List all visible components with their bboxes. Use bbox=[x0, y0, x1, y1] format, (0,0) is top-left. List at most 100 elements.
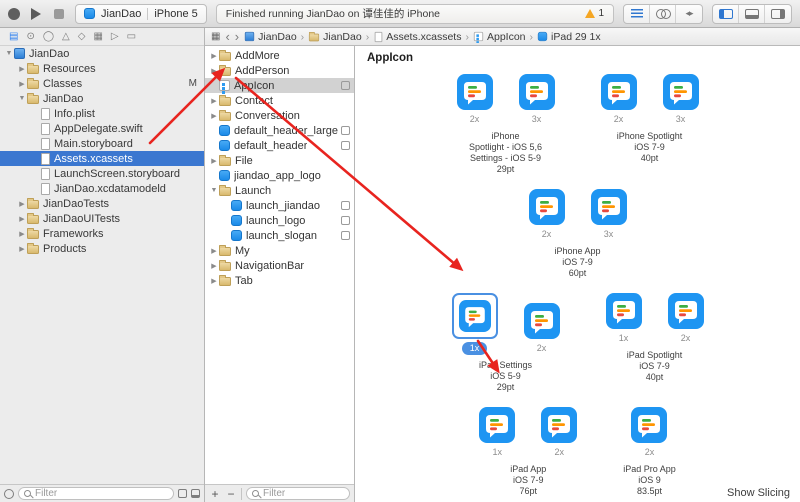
breadcrumb-jiandao[interactable]: JianDao bbox=[308, 31, 362, 43]
issue-navigator-tab[interactable]: △ bbox=[62, 31, 70, 42]
navigator-item-jiandao[interactable]: ▼ JianDao bbox=[0, 46, 204, 61]
recent-files-icon[interactable] bbox=[4, 488, 14, 499]
disclosure-icon[interactable]: ▶ bbox=[17, 230, 27, 238]
asset-item-launch-jiandao[interactable]: launch_jiandao bbox=[205, 198, 354, 213]
navigator-item-resources[interactable]: ▶ Resources bbox=[0, 61, 204, 76]
disclosure-icon[interactable]: ▼ bbox=[4, 50, 14, 57]
back-button[interactable]: ‹ bbox=[225, 30, 229, 43]
asset-item-addperson[interactable]: ▶ AddPerson bbox=[205, 63, 354, 78]
disclosure-icon[interactable]: ▶ bbox=[17, 80, 27, 88]
scheme-selector[interactable]: JianDao iPhone 5 bbox=[75, 3, 207, 24]
icon-slot-3x[interactable]: 3x bbox=[590, 189, 627, 241]
asset-item-launch[interactable]: ▼ Launch bbox=[205, 183, 354, 198]
breakpoint-navigator-tab[interactable]: ▷ bbox=[111, 31, 119, 42]
icon-slot-3x[interactable]: 3x bbox=[662, 74, 699, 126]
disclosure-icon[interactable]: ▶ bbox=[17, 200, 27, 208]
asset-item-default-header[interactable]: default_header bbox=[205, 138, 354, 153]
unsaved-filter-icon[interactable] bbox=[191, 489, 200, 498]
icon-slot-1x[interactable]: 1x bbox=[605, 293, 642, 345]
debug-navigator-tab[interactable]: ▦ bbox=[93, 31, 102, 42]
navigator-item-info-plist[interactable]: Info.plist bbox=[0, 106, 204, 121]
asset-item-default-header-large[interactable]: default_header_large bbox=[205, 123, 354, 138]
warning-badge[interactable]: 1 bbox=[585, 8, 604, 19]
icon-slot-2x[interactable]: 2x bbox=[528, 189, 565, 241]
project-navigator-tab[interactable]: ▤ bbox=[9, 31, 18, 42]
disclosure-icon[interactable]: ▶ bbox=[209, 277, 219, 285]
navigator-item-products[interactable]: ▶ Products bbox=[0, 241, 204, 256]
navigator-item-assets-xcassets[interactable]: Assets.xcassets bbox=[0, 151, 204, 166]
navigator-item-jiandao-xcdatamodeld[interactable]: JianDao.xcdatamodeld bbox=[0, 181, 204, 196]
source-control-filter-icon[interactable] bbox=[178, 489, 187, 498]
icon-slot-1x[interactable]: 1x bbox=[451, 293, 498, 355]
toggle-utilities-button[interactable] bbox=[765, 5, 791, 23]
adjustments-icon[interactable] bbox=[341, 141, 350, 150]
icon-slot-3x[interactable]: 3x bbox=[518, 74, 555, 126]
asset-item-jiandao-app-logo[interactable]: jiandao_app_logo bbox=[205, 168, 354, 183]
icon-slot-2x[interactable]: 2x bbox=[541, 407, 578, 459]
disclosure-icon[interactable]: ▶ bbox=[17, 215, 27, 223]
forward-button[interactable]: › bbox=[235, 30, 239, 43]
breadcrumb-appicon[interactable]: AppIcon bbox=[473, 31, 526, 43]
icon-slot-2x[interactable]: 2x bbox=[667, 293, 704, 345]
disclosure-icon[interactable]: ▶ bbox=[17, 65, 27, 73]
asset-item-conversation[interactable]: ▶ Conversation bbox=[205, 108, 354, 123]
find-navigator-tab[interactable]: ◯ bbox=[43, 31, 54, 42]
disclosure-icon[interactable]: ▶ bbox=[209, 67, 219, 75]
asset-item-file[interactable]: ▶ File bbox=[205, 153, 354, 168]
related-items-icon[interactable]: ▦ bbox=[211, 31, 220, 42]
add-asset-button[interactable]: + bbox=[209, 487, 221, 501]
asset-filter-field[interactable]: Filter bbox=[246, 487, 350, 500]
navigator-item-frameworks[interactable]: ▶ Frameworks bbox=[0, 226, 204, 241]
disclosure-icon[interactable]: ▶ bbox=[17, 245, 27, 253]
test-navigator-tab[interactable]: ◇ bbox=[78, 31, 86, 42]
disclosure-icon[interactable]: ▶ bbox=[209, 157, 219, 165]
icon-slot-2x[interactable]: 2x bbox=[523, 303, 560, 355]
breadcrumb-assets-xcassets[interactable]: Assets.xcassets bbox=[373, 31, 461, 43]
icon-slot-2x[interactable]: 2x bbox=[631, 407, 668, 459]
breadcrumb-jiandao[interactable]: JianDao bbox=[244, 31, 297, 43]
asset-item-addmore[interactable]: ▶ AddMore bbox=[205, 48, 354, 63]
icon-slot-1x[interactable]: 1x bbox=[479, 407, 516, 459]
disclosure-icon[interactable]: ▶ bbox=[209, 112, 219, 120]
navigator-item-appdelegate-swift[interactable]: AppDelegate.swift bbox=[0, 121, 204, 136]
icon-slot-2x[interactable]: 2x bbox=[600, 74, 637, 126]
standard-editor-button[interactable] bbox=[624, 4, 650, 23]
adjustments-icon[interactable] bbox=[341, 231, 350, 240]
assistant-editor-button[interactable] bbox=[650, 4, 676, 23]
asset-item-appicon[interactable]: AppIcon bbox=[205, 78, 354, 98]
navigator-filter-field[interactable]: Filter bbox=[18, 487, 174, 500]
disclosure-icon[interactable]: ▶ bbox=[209, 262, 219, 270]
breadcrumb-ipad-29-1x[interactable]: iPad 29 1x bbox=[537, 31, 601, 43]
run-button[interactable] bbox=[29, 6, 43, 22]
asset-item-navigationbar[interactable]: ▶ NavigationBar bbox=[205, 258, 354, 273]
asset-item-contact[interactable]: ▶ Contact bbox=[205, 93, 354, 108]
disclosure-icon[interactable]: ▶ bbox=[209, 247, 219, 255]
icon-slot-2x[interactable]: 2x bbox=[456, 74, 493, 126]
navigator-item-jiandaotests[interactable]: ▶ JianDaoTests bbox=[0, 196, 204, 211]
remove-asset-button[interactable]: − bbox=[225, 487, 237, 501]
navigator-item-launchscreen-storyboard[interactable]: LaunchScreen.storyboard bbox=[0, 166, 204, 181]
version-editor-button[interactable]: ◂▸ bbox=[676, 5, 702, 23]
adjustments-icon[interactable] bbox=[341, 126, 350, 135]
show-slicing-button[interactable]: Show Slicing bbox=[727, 487, 790, 499]
navigator-item-main-storyboard[interactable]: Main.storyboard bbox=[0, 136, 204, 151]
navigator-item-classes[interactable]: ▶ Classes M bbox=[0, 76, 204, 91]
adjustments-icon[interactable] bbox=[341, 201, 350, 210]
disclosure-icon[interactable]: ▼ bbox=[17, 95, 27, 102]
navigator-item-jiandaouitests[interactable]: ▶ JianDaoUITests bbox=[0, 211, 204, 226]
toggle-navigator-button[interactable] bbox=[713, 4, 739, 23]
asset-item-launch-slogan[interactable]: launch_slogan bbox=[205, 228, 354, 243]
stop-button[interactable] bbox=[52, 7, 66, 21]
adjustments-icon[interactable] bbox=[341, 216, 350, 225]
asset-item-tab[interactable]: ▶ Tab bbox=[205, 273, 354, 288]
report-navigator-tab[interactable]: ▭ bbox=[127, 31, 136, 42]
asset-item-launch-logo[interactable]: launch_logo bbox=[205, 213, 354, 228]
navigator-item-jiandao[interactable]: ▼ JianDao bbox=[0, 91, 204, 106]
adjustments-icon[interactable] bbox=[341, 81, 350, 90]
disclosure-icon[interactable]: ▶ bbox=[209, 97, 219, 105]
disclosure-icon[interactable]: ▶ bbox=[209, 52, 219, 60]
disclosure-icon[interactable]: ▼ bbox=[209, 187, 219, 194]
toggle-debug-area-button[interactable] bbox=[739, 4, 765, 23]
symbol-navigator-tab[interactable]: ⊙ bbox=[26, 31, 34, 42]
asset-item-my[interactable]: ▶ My bbox=[205, 243, 354, 258]
